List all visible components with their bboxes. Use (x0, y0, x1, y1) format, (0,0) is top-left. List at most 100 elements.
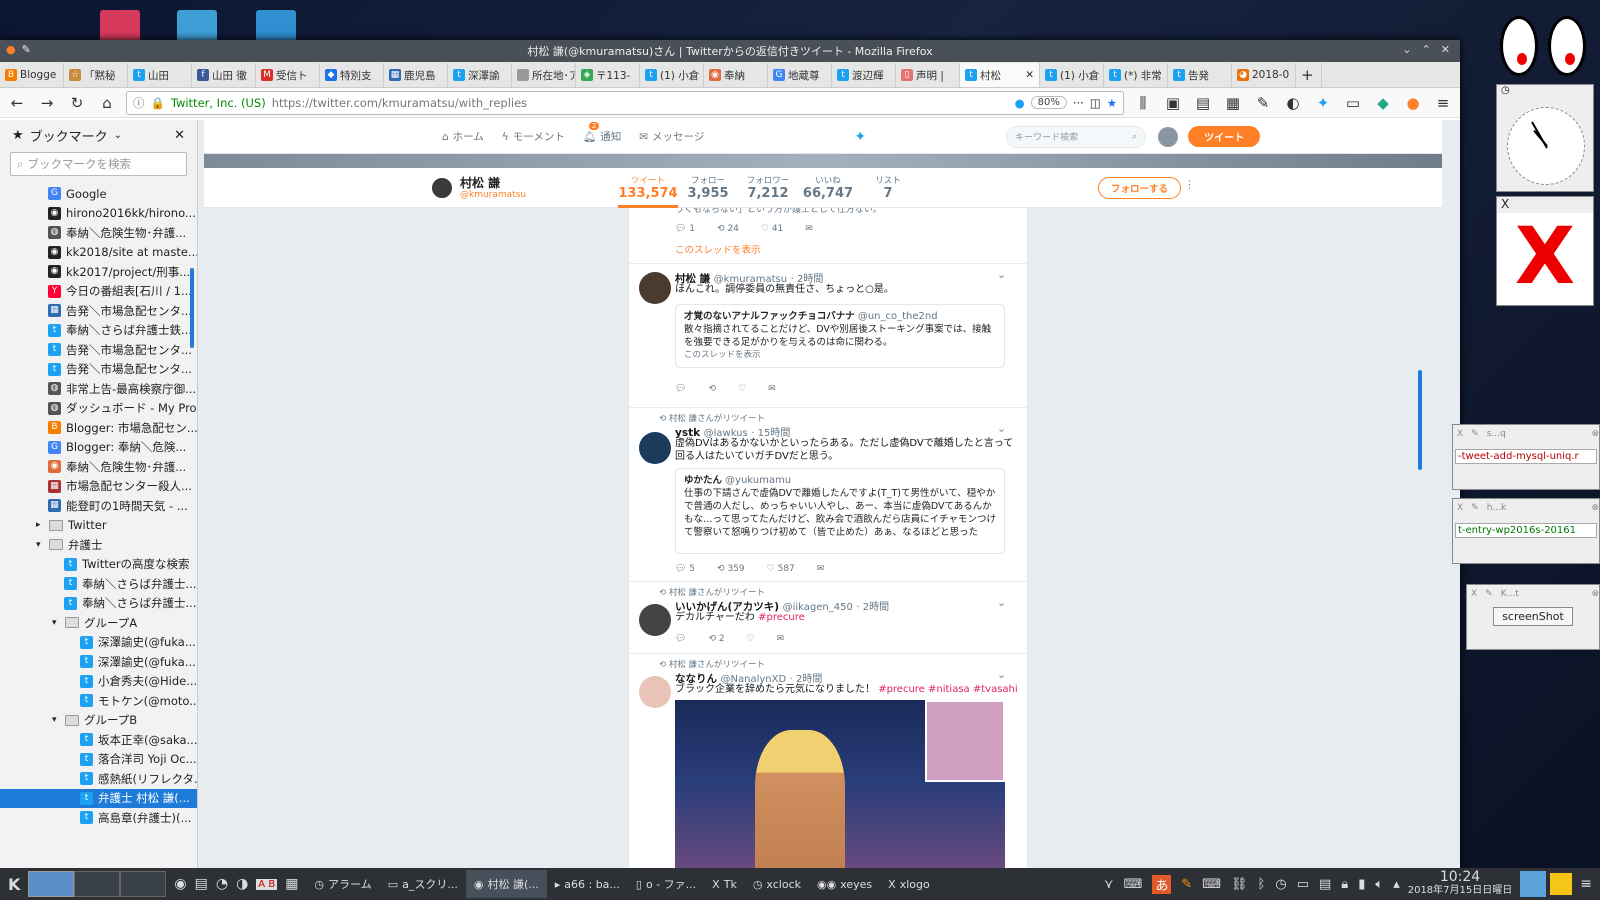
bookmark-item[interactable]: t 奉納＼さらば弁護士鉄... (0, 321, 197, 341)
extension-icon-1[interactable]: ▤ (1192, 92, 1214, 114)
url-bar[interactable]: ⓘ 🔒 Twitter, Inc. (US) https://twitter.c… (126, 90, 1124, 115)
bluetooth-icon[interactable]: ᛒ (1258, 877, 1266, 892)
tweet-button[interactable]: ツイート (1188, 126, 1261, 147)
bookmark-item[interactable]: t 深澤諭史(@fuka... (0, 652, 197, 672)
tab[interactable]: ☆ 「黙秘 (64, 63, 128, 87)
ime-tool-icon[interactable]: ✎ (1181, 877, 1192, 892)
bookmark-item[interactable]: t 告発＼市場急配センタ... (0, 360, 197, 380)
bookmark-item[interactable]: B Blogger: 市場急配セン... (0, 418, 197, 438)
nav-home[interactable]: ⌂ ホーム (442, 129, 484, 144)
profile-stat[interactable]: フォロー 3,955 (678, 174, 738, 201)
bookmark-search-input[interactable]: ⌕ ブックマークを検索 (10, 152, 187, 176)
pager-desktop-1[interactable] (28, 871, 75, 897)
tab[interactable]: 所在地･ア (512, 63, 576, 87)
app-icon-2[interactable]: ◑ (236, 876, 248, 892)
tab[interactable]: t 村松 ✕ (960, 63, 1040, 87)
tray-expand-icon[interactable]: ▴ (1393, 877, 1400, 892)
retweet-icon[interactable]: ⟲ 359 (717, 564, 745, 574)
bookmark-item[interactable]: ▦ 能登町の1時間天気 - ... (0, 496, 197, 516)
menu-icon[interactable]: ≡ (1432, 92, 1454, 114)
pin-icon[interactable]: ✎ (22, 43, 31, 56)
bookmark-folder[interactable]: ▾ グループB (0, 711, 197, 731)
bookmark-item[interactable]: t 告発＼市場急配センタ... (0, 340, 197, 360)
terminal-icon[interactable]: ▦ (285, 876, 298, 892)
bookmark-item[interactable]: t 小倉秀夫(@Hide... (0, 672, 197, 692)
sidebar-icon[interactable]: ▣ (1162, 92, 1184, 114)
tab[interactable]: B Blogge (0, 63, 64, 87)
page-actions-icon[interactable]: ··· (1073, 96, 1084, 110)
bookmark-item[interactable]: t 高島章(弁護士)(... (0, 808, 197, 828)
tweet[interactable]: 村松 謙 @kmuramatsu · 2時間 ⌄ ほんこれ。調停委員の無責任さ、… (629, 264, 1027, 408)
profile-stat[interactable]: リスト 7 (858, 174, 918, 201)
xclock-window[interactable]: ◷ (1496, 84, 1594, 192)
bookmark-item[interactable]: ◉ kk2018/site at maste... (0, 243, 197, 263)
input-icon[interactable]: ⌨ (1202, 877, 1221, 892)
bookmark-item[interactable]: ◉ kk2017/project/刑事... (0, 262, 197, 282)
taskbar-task[interactable]: ◉◉ xeyes (809, 870, 880, 898)
addon-toggle-icon[interactable]: ● (1015, 96, 1025, 110)
tweet-avatar[interactable] (639, 604, 671, 636)
chevron-right-icon[interactable]: ▸ (36, 520, 44, 530)
nav-messages[interactable]: ✉ メッセージ (639, 129, 704, 144)
pin-icon[interactable]: ✎ (1471, 429, 1479, 439)
zoom-level[interactable]: 80% (1030, 96, 1067, 109)
battery-icon[interactable]: ▮ (1358, 877, 1365, 892)
desktop-preview-icon[interactable] (1520, 871, 1547, 897)
forward-icon[interactable]: → (36, 92, 58, 114)
tweet-avatar[interactable] (639, 432, 671, 464)
more-options-icon[interactable]: ⋮ (1184, 178, 1195, 191)
bookmark-item[interactable]: ◉ 奉納＼危険生物･弁護... (0, 457, 197, 477)
bookmark-item[interactable]: t 深澤諭史(@fuka... (0, 633, 197, 653)
tab[interactable]: G 地蔵尊 (768, 63, 832, 87)
bookmark-item[interactable]: t 感熱紙(リフレクタ... (0, 769, 197, 789)
bookmark-item[interactable]: t 坂本正幸(@saka... (0, 730, 197, 750)
taskbar-task[interactable]: ▸ a66 : ba... (547, 870, 628, 898)
extension-icon-3[interactable]: ✎ (1252, 92, 1274, 114)
bookmark-folder[interactable]: ▾ グループA (0, 613, 197, 633)
pocket-icon[interactable]: ◫ (1090, 96, 1101, 110)
bookmark-item[interactable]: ◉ hirono2016kk/hirono... (0, 204, 197, 224)
bookmark-item[interactable]: ◍ 非常上告-最高検察庁御... (0, 379, 197, 399)
bookmark-item[interactable]: t モトケン(@moto... (0, 691, 197, 711)
url-text[interactable]: https://twitter.com/kmuramatsu/with_repl… (272, 96, 527, 110)
firefox-icon[interactable]: ◉ (174, 876, 186, 892)
twitter-bird-icon[interactable]: ✦ (854, 129, 866, 145)
tab[interactable]: t 深澤諭 (448, 63, 512, 87)
keyboard-ab-icon[interactable]: A B (256, 878, 278, 890)
taskbar-task[interactable]: ▭ a_スクリ... (380, 870, 466, 898)
xlogo-window[interactable]: X X (1496, 196, 1594, 306)
ime-icon[interactable]: あ (1152, 874, 1172, 894)
tab[interactable]: ◆ 特別支 (320, 63, 384, 87)
tab[interactable]: ◕ 2018-0 (1232, 63, 1296, 87)
bookmark-item[interactable]: t 奉納＼さらば弁護士... (0, 574, 197, 594)
bookmark-item[interactable]: ▦ 告発＼市場急配センタ... (0, 301, 197, 321)
twitter-extension-icon[interactable]: ✦ (1312, 92, 1334, 114)
quoted-tweet[interactable]: ゆかたん @yukumamu 仕事の下請さんで虚偽DVで離婚したんですよ(T_T… (675, 468, 1005, 554)
terminal-window-1[interactable]: X ✎ s...q ⊗ -tweet-add-mysql-uniq.r (1452, 424, 1600, 490)
retweet-icon[interactable]: ⟲ (708, 384, 716, 394)
notes-icon[interactable] (1550, 873, 1573, 895)
tab[interactable]: t 告発 (1168, 63, 1232, 87)
clipboard-icon[interactable]: ▭ (1342, 92, 1364, 114)
volume-icon[interactable]: 🔈︎ (1375, 877, 1383, 892)
nav-moments[interactable]: ϟ モーメント (502, 129, 565, 144)
document-icon[interactable]: ▤ (195, 876, 208, 892)
close-icon[interactable]: ⊗ (1591, 503, 1599, 513)
bookmark-star-icon[interactable]: ★ (1107, 96, 1117, 110)
reply-icon[interactable]: 💬︎ (675, 384, 686, 394)
desktop-icon-red[interactable] (100, 10, 140, 42)
network-icon[interactable]: ⛓ (1231, 877, 1248, 892)
page-scrollbar[interactable] (1418, 370, 1422, 470)
reply-icon[interactable]: 💬︎ 1 (675, 224, 695, 234)
terminal-text[interactable]: t-entry-wp2016s-20161 (1455, 523, 1597, 538)
dm-icon[interactable]: ✉ (817, 564, 825, 574)
close-icon[interactable]: ✕ (1441, 43, 1450, 56)
reply-icon[interactable]: 💬︎ 5 (675, 564, 695, 574)
follow-button[interactable]: フォローする (1098, 177, 1182, 199)
hashtag-link[interactable]: #precure (758, 612, 805, 623)
bookmark-item[interactable]: G Google (0, 184, 197, 204)
bookmark-folder[interactable]: ▸ Twitter (0, 516, 197, 536)
dm-icon[interactable]: ✉ (777, 634, 785, 644)
bookmark-item[interactable]: G Blogger: 奉納＼危険... (0, 438, 197, 458)
tweet-partial[interactable]: うくもならない」という方が護士として仕方ない。 💬︎ 1 ⟲ 24 ♡ 41 ✉… (629, 208, 1027, 264)
